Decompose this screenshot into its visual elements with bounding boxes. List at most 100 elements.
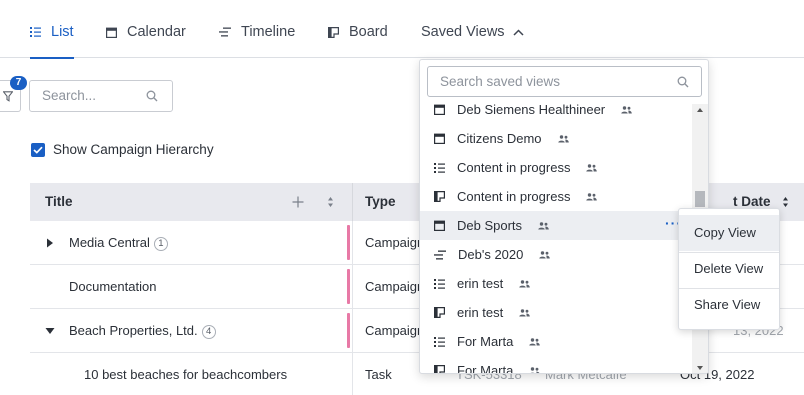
- shared-users-icon: [538, 221, 549, 230]
- shared-users-icon: [621, 105, 632, 114]
- share-view-menu-item[interactable]: Share View: [679, 287, 779, 323]
- saved-view-label: erin test: [457, 276, 504, 291]
- shared-users-icon: [557, 134, 569, 143]
- shared-users-icon: [586, 163, 598, 172]
- row-title-text: Beach Properties, Ltd.: [69, 323, 198, 338]
- calendar-icon: [434, 220, 445, 231]
- row-title[interactable]: Beach Properties, Ltd. 4: [69, 309, 216, 352]
- shared-users-icon: [519, 308, 531, 317]
- scrollbar-thumb[interactable]: [695, 191, 705, 207]
- view-tabs: List Calendar Timeline Board Saved Views: [0, 0, 804, 59]
- filter-count-badge: 7: [10, 76, 27, 90]
- tab-board-label: Board: [349, 24, 388, 40]
- saved-views-list[interactable]: Deb Siemens Healthineer Citizens Demo Cont…: [420, 104, 692, 374]
- board-icon: [434, 307, 445, 318]
- sort-icon[interactable]: [327, 196, 334, 208]
- tab-board[interactable]: Board: [328, 24, 388, 58]
- row-title-text: Media Central: [69, 235, 150, 250]
- saved-view-item[interactable]: erin test: [420, 269, 692, 298]
- saved-views-search-input[interactable]: [440, 74, 660, 89]
- board-icon: [434, 191, 445, 202]
- row-title[interactable]: 10 best beaches for beachcombers: [84, 353, 287, 395]
- list-icon: [30, 27, 41, 37]
- cell-divider: [352, 309, 353, 352]
- cell-divider: [352, 265, 353, 308]
- row-type: Campaign: [365, 323, 425, 338]
- shared-users-icon: [529, 337, 541, 346]
- saved-views-dropdown: Deb Siemens Healthineer Citizens Demo Cont…: [419, 59, 709, 374]
- delete-view-menu-item[interactable]: Delete View: [679, 251, 779, 287]
- saved-view-label: Content in progress: [457, 189, 571, 204]
- timeline-icon: [434, 250, 446, 260]
- saved-view-item[interactable]: Deb Siemens Healthineer: [420, 104, 692, 124]
- shared-users-icon: [539, 250, 551, 259]
- add-column-icon[interactable]: [292, 196, 304, 208]
- scroll-up-arrow-icon[interactable]: [696, 107, 704, 113]
- tab-list-label: List: [51, 24, 74, 40]
- filter-icon: [3, 90, 13, 102]
- saved-view-label: erin test: [457, 305, 504, 320]
- campaign-color-marker: [347, 225, 350, 260]
- list-icon: [434, 162, 445, 173]
- tab-calendar-label: Calendar: [127, 24, 186, 40]
- saved-view-item[interactable]: For Marta: [420, 356, 692, 374]
- tab-saved-views-label: Saved Views: [421, 24, 505, 40]
- shared-users-icon: [519, 279, 531, 288]
- saved-view-label: Deb's 2020: [458, 247, 524, 262]
- saved-view-label: Citizens Demo: [457, 131, 542, 146]
- calendar-icon: [106, 27, 117, 38]
- saved-view-label: Deb Sports: [457, 218, 523, 233]
- row-title[interactable]: Documentation: [69, 265, 156, 308]
- column-divider[interactable]: [352, 183, 353, 221]
- saved-view-item[interactable]: erin test: [420, 298, 692, 327]
- row-type: Task: [365, 367, 392, 382]
- hierarchy-label: Show Campaign Hierarchy: [53, 142, 214, 157]
- tab-list[interactable]: List: [30, 24, 74, 59]
- search-input[interactable]: [42, 88, 142, 103]
- row-type: Campaign: [365, 235, 425, 250]
- row-title[interactable]: Media Central 1: [69, 221, 168, 264]
- saved-view-context-menu: Copy View Delete View Share View: [678, 208, 780, 330]
- tab-calendar[interactable]: Calendar: [106, 24, 186, 58]
- copy-view-menu-item[interactable]: Copy View: [679, 215, 779, 251]
- board-icon: [434, 365, 445, 373]
- search-field[interactable]: [29, 80, 173, 112]
- saved-view-item[interactable]: Citizens Demo: [420, 124, 692, 153]
- hierarchy-checkbox[interactable]: [31, 142, 45, 157]
- board-icon: [328, 27, 339, 38]
- saved-view-item[interactable]: Content in progress: [420, 182, 692, 211]
- child-count-badge: 1: [153, 237, 168, 251]
- column-header-title[interactable]: Title: [45, 183, 73, 221]
- saved-view-label: For Marta: [457, 334, 514, 349]
- scroll-down-arrow-icon[interactable]: [696, 365, 704, 371]
- calendar-icon: [434, 133, 445, 144]
- campaign-color-marker: [347, 313, 350, 348]
- saved-view-item[interactable]: Content in progress: [420, 153, 692, 182]
- tab-timeline[interactable]: Timeline: [219, 24, 295, 58]
- tab-timeline-label: Timeline: [241, 24, 296, 40]
- campaign-color-marker: [347, 269, 350, 304]
- saved-views-search-field[interactable]: [427, 66, 702, 97]
- list-icon: [434, 336, 445, 347]
- campaign-hierarchy-toggle[interactable]: Show Campaign Hierarchy: [31, 142, 214, 157]
- cell-divider: [352, 353, 353, 395]
- child-count-badge: 4: [201, 325, 216, 339]
- column-header-type[interactable]: Type: [365, 183, 396, 221]
- expand-caret-icon[interactable]: [46, 238, 54, 248]
- saved-view-label: For Marta: [457, 363, 514, 374]
- chevron-up-icon: [513, 29, 524, 36]
- saved-view-item[interactable]: Deb Sports ···: [420, 211, 692, 240]
- shared-users-icon: [586, 192, 598, 201]
- saved-view-item[interactable]: For Marta: [420, 327, 692, 356]
- search-icon: [677, 76, 689, 88]
- saved-view-label: Deb Siemens Healthineer: [457, 104, 606, 117]
- sort-icon[interactable]: [782, 196, 789, 208]
- timeline-icon: [219, 27, 231, 37]
- tab-saved-views[interactable]: Saved Views: [421, 24, 524, 58]
- collapse-caret-icon[interactable]: [45, 327, 55, 335]
- calendar-icon: [434, 104, 445, 115]
- saved-view-item[interactable]: Deb's 2020: [420, 240, 692, 269]
- saved-view-label: Content in progress: [457, 160, 571, 175]
- cell-divider: [352, 221, 353, 264]
- shared-users-icon: [529, 366, 540, 373]
